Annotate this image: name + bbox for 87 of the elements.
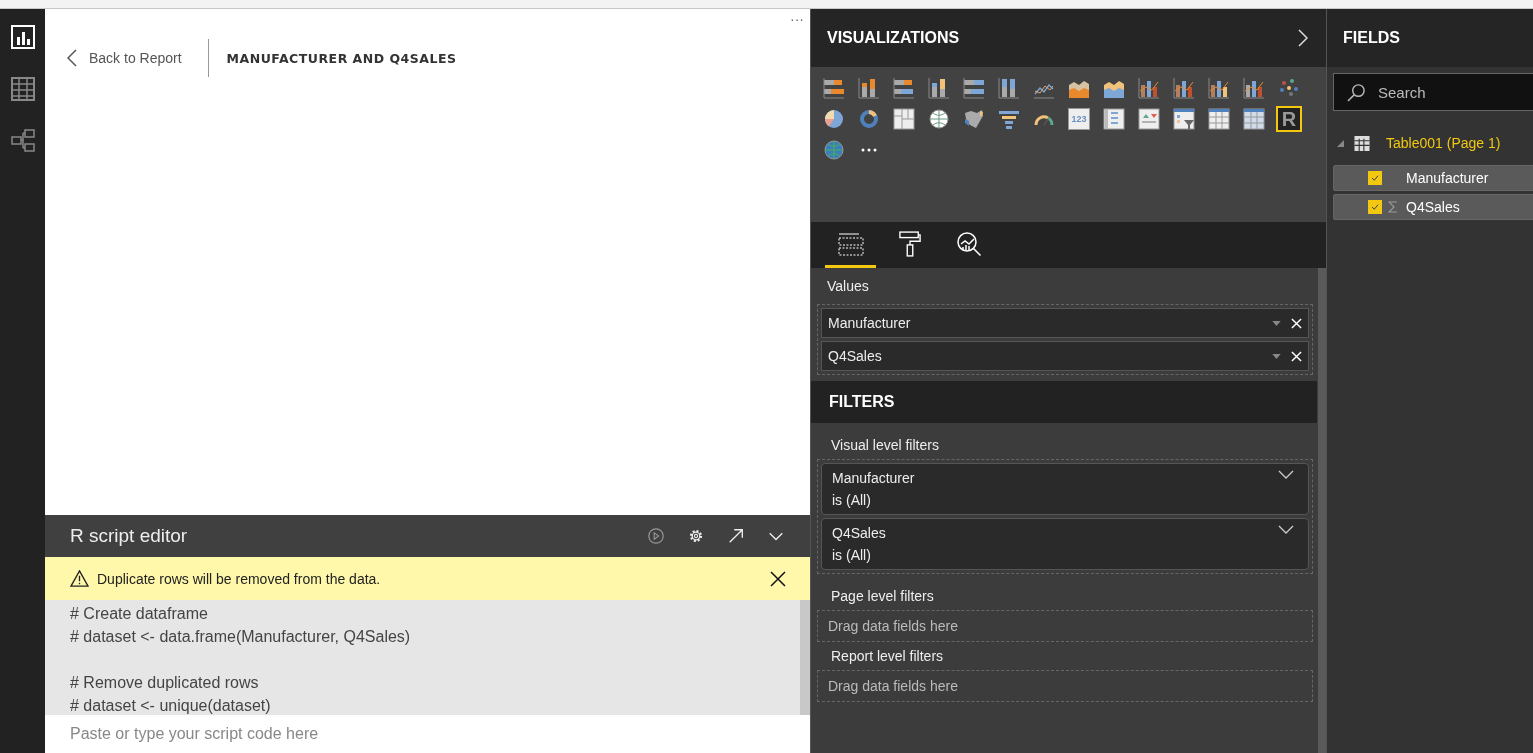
checkbox[interactable] <box>1368 200 1382 214</box>
value-field-pill[interactable]: Q4Sales <box>821 341 1309 371</box>
value-field-pill[interactable]: Manufacturer <box>821 308 1309 338</box>
pane-title: VISUALIZATIONS <box>827 29 960 47</box>
drop-zone[interactable]: Drag data fields here <box>817 670 1313 702</box>
table-icon <box>1354 135 1370 151</box>
stacked-column-chart-icon[interactable] <box>858 77 880 99</box>
expanded-triangle-icon[interactable] <box>1337 139 1344 147</box>
relationships-view-icon[interactable] <box>10 129 35 153</box>
warning-icon <box>70 570 89 587</box>
report-view-icon[interactable] <box>10 25 35 49</box>
chevron-right-icon[interactable] <box>1298 29 1308 47</box>
remove-icon[interactable] <box>1291 350 1302 362</box>
magnifier-chart-icon <box>955 230 982 257</box>
table-icon[interactable] <box>1208 108 1230 130</box>
field-row[interactable]: Manufacturer <box>1333 165 1533 191</box>
remove-icon[interactable] <box>1291 317 1302 329</box>
line-column-chart-icon[interactable] <box>1138 77 1160 99</box>
filter-condition: is (All) <box>832 547 872 563</box>
more-options-button[interactable]: ··· <box>790 11 804 27</box>
code-line: # dataset <- data.frame(Manufacturer, Q4Sales) <box>70 627 412 647</box>
filter-card[interactable]: Manufacturer is (All) <box>821 463 1309 515</box>
filters-title: FILTERS <box>829 393 895 411</box>
clustered-column-chart-icon[interactable] <box>928 77 950 99</box>
r-visual-button[interactable]: R <box>1276 106 1302 132</box>
search-icon <box>1347 83 1366 102</box>
page-level-filters-label: Page level filters <box>830 587 935 606</box>
field-name: Q4Sales <box>1406 199 1460 215</box>
field-name: Manufacturer <box>1406 170 1489 186</box>
code-line: # Create dataframe <box>70 604 209 624</box>
field-row[interactable]: Q4Sales <box>1333 194 1533 220</box>
value-field-name: Manufacturer <box>828 315 912 331</box>
fields-well-icon <box>837 231 864 256</box>
run-icon[interactable] <box>647 527 665 545</box>
multi-row-card-icon[interactable] <box>1103 108 1125 130</box>
full-column-chart-icon[interactable] <box>998 77 1020 99</box>
report-level-filters-label: Report level filters <box>830 647 945 666</box>
pie-chart-icon[interactable] <box>823 108 845 130</box>
filter-card[interactable]: Q4Sales is (All) <box>821 518 1309 570</box>
checkmark-icon <box>1371 204 1379 210</box>
sigma-icon <box>1388 201 1398 213</box>
values-label: Values <box>826 277 870 296</box>
paint-roller-icon <box>898 230 921 257</box>
treemap-icon[interactable] <box>893 108 915 130</box>
warning-message: Duplicate rows will be removed from the data. <box>97 570 382 587</box>
filled-map-icon[interactable] <box>963 108 985 130</box>
stacked-bar-chart-icon[interactable] <box>823 77 845 99</box>
waterfall-chart-icon[interactable] <box>1243 77 1265 99</box>
editor-title: R script editor <box>70 525 189 547</box>
dropdown-caret-icon[interactable] <box>1272 353 1281 359</box>
expand-chevron-icon[interactable] <box>1278 525 1294 534</box>
ribbon-chart-icon[interactable] <box>1208 77 1230 99</box>
code-line: # Remove duplicated rows <box>70 673 260 693</box>
dropdown-caret-icon[interactable] <box>1272 320 1281 326</box>
filter-field-name: Q4Sales <box>832 525 887 541</box>
close-icon[interactable] <box>770 570 786 587</box>
checkmark-icon <box>1371 175 1379 181</box>
expand-chevron-icon[interactable] <box>1278 470 1294 479</box>
visual-level-filters-label: Visual level filters <box>830 436 940 455</box>
filter-condition: is (All) <box>832 492 872 508</box>
code-area[interactable]: # Create dataframe # dataset <- data.frame(Manufacturer, Q4Sales) # Remove duplicated rows # dataset <- unique(dataset) <box>45 600 810 715</box>
checkbox[interactable] <box>1368 171 1382 185</box>
map-globe-icon[interactable] <box>928 108 950 130</box>
code-line: # dataset <- unique(dataset) <box>70 696 272 715</box>
pane-title: FIELDS <box>1343 29 1400 47</box>
slicer-icon[interactable] <box>1173 108 1195 130</box>
clustered-bar-chart-icon[interactable] <box>893 77 915 99</box>
settings-icon[interactable] <box>687 527 705 545</box>
visual-title: MANUFACTURER AND Q4SALES <box>226 50 457 66</box>
chevron-left-icon <box>67 49 77 67</box>
kpi-icon[interactable] <box>1138 108 1160 130</box>
scrollbar[interactable] <box>1318 268 1326 753</box>
funnel-icon[interactable] <box>998 108 1020 130</box>
donut-chart-icon[interactable] <box>858 108 880 130</box>
search-field[interactable]: Search <box>1333 73 1533 111</box>
globe-icon[interactable] <box>823 139 845 161</box>
filter-field-name: Manufacturer <box>832 470 916 486</box>
back-to-report-link[interactable]: Back to Report <box>67 49 182 67</box>
value-field-name: Q4Sales <box>828 348 883 364</box>
full-bar-chart-icon[interactable] <box>963 77 985 99</box>
table-name[interactable]: Table001 (Page 1) <box>1386 135 1501 151</box>
data-view-icon[interactable] <box>10 77 35 101</box>
expand-arrow-icon[interactable] <box>727 527 745 545</box>
matrix-icon[interactable] <box>1243 108 1265 130</box>
drop-zone[interactable]: Drag data fields here <box>817 610 1313 642</box>
scatter-chart-icon[interactable] <box>1278 77 1300 99</box>
line-column-chart-icon[interactable] <box>1173 77 1195 99</box>
